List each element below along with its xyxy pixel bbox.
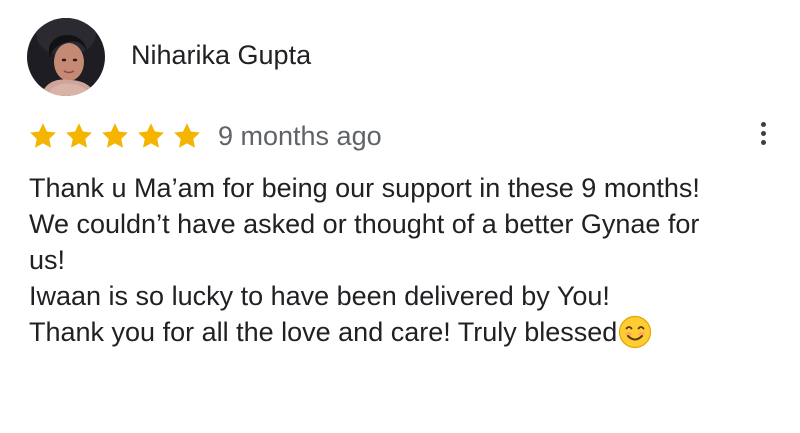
more-vert-icon <box>760 121 766 127</box>
star-icon <box>174 123 200 148</box>
review-text-line: Iwaan is so lucky to have been delivered… <box>29 281 610 311</box>
avatar[interactable] <box>27 18 105 96</box>
reviewer-name[interactable]: Niharika Gupta <box>131 38 311 72</box>
smiling-face-emoji-icon <box>618 315 652 349</box>
review-text-line: We couldn’t have asked or thought of a b… <box>29 209 700 239</box>
review-text-line: us! <box>29 245 66 275</box>
star-icon <box>138 123 164 148</box>
more-vert-icon-dot <box>760 130 766 136</box>
review-text: Thank u Ma’am for being our support in t… <box>29 170 779 350</box>
rating-row: 9 months ago <box>28 116 382 156</box>
review-text-line-last: Thank you for all the love and care! Tru… <box>29 314 779 350</box>
review-text-line: Thank you for all the love and care! Tru… <box>29 317 618 347</box>
review-timestamp: 9 months ago <box>218 120 382 151</box>
star-icon <box>30 123 56 148</box>
more-vert-icon-dot <box>760 139 766 145</box>
star-icon <box>102 123 128 148</box>
more-options-button[interactable] <box>748 116 778 150</box>
review-text-line: Thank u Ma’am for being our support in t… <box>29 173 700 203</box>
review-card: Niharika Gupta 9 months ago Thank u Ma’a… <box>0 0 800 433</box>
star-icon <box>66 123 92 148</box>
avatar-image <box>27 18 105 96</box>
star-rating <box>28 121 208 151</box>
